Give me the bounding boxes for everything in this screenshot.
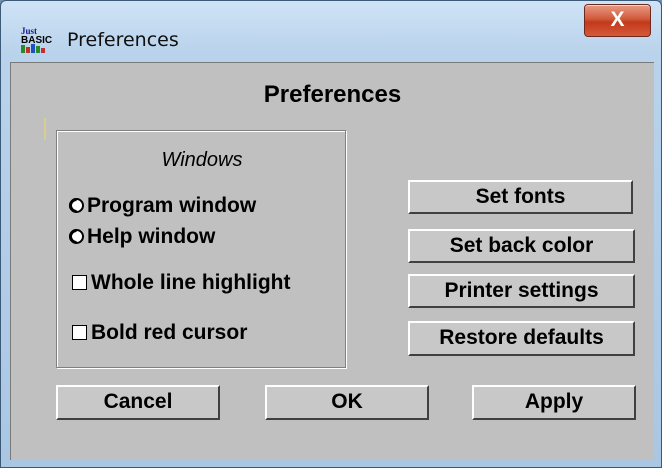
help-window-radio[interactable]: Help window [69, 225, 215, 249]
preferences-window: Just BASIC Preferences X Preferences Win… [0, 0, 662, 468]
program-window-label: Program window [87, 194, 257, 217]
program-window-radio[interactable]: Program window [69, 194, 256, 218]
cancel-button[interactable]: Cancel [56, 385, 220, 420]
title-bar[interactable]: Just BASIC Preferences X [1, 1, 661, 53]
whole-line-highlight-checkbox[interactable]: Whole line highlight [72, 271, 290, 295]
bold-red-cursor-label: Bold red cursor [91, 321, 248, 344]
set-fonts-button[interactable]: Set fonts [408, 180, 633, 214]
bold-red-cursor-checkbox[interactable]: Bold red cursor [72, 321, 247, 345]
radio-button[interactable] [69, 198, 84, 213]
svg-text:BASIC: BASIC [21, 35, 52, 46]
dialog-client-area: Preferences Windows Program window Help … [10, 62, 654, 460]
focus-marker [44, 118, 46, 140]
group-title: Windows [161, 149, 243, 171]
restore-defaults-button[interactable]: Restore defaults [408, 321, 635, 356]
checkbox[interactable] [72, 325, 87, 340]
apply-button[interactable]: Apply [472, 385, 636, 420]
checkbox[interactable] [72, 275, 87, 290]
ok-button[interactable]: OK [265, 385, 429, 420]
set-back-color-button[interactable]: Set back color [408, 229, 635, 263]
help-window-label: Help window [87, 225, 216, 248]
printer-settings-button[interactable]: Printer settings [408, 274, 635, 308]
windows-group: Windows Program window Help window Whole… [56, 130, 346, 368]
window-title: Preferences [67, 29, 179, 51]
radio-button[interactable] [69, 229, 84, 244]
close-button[interactable]: X [584, 4, 651, 37]
justbasic-icon: Just BASIC [21, 26, 52, 53]
whole-line-highlight-label: Whole line highlight [91, 271, 291, 294]
dialog-heading: Preferences [263, 81, 402, 108]
